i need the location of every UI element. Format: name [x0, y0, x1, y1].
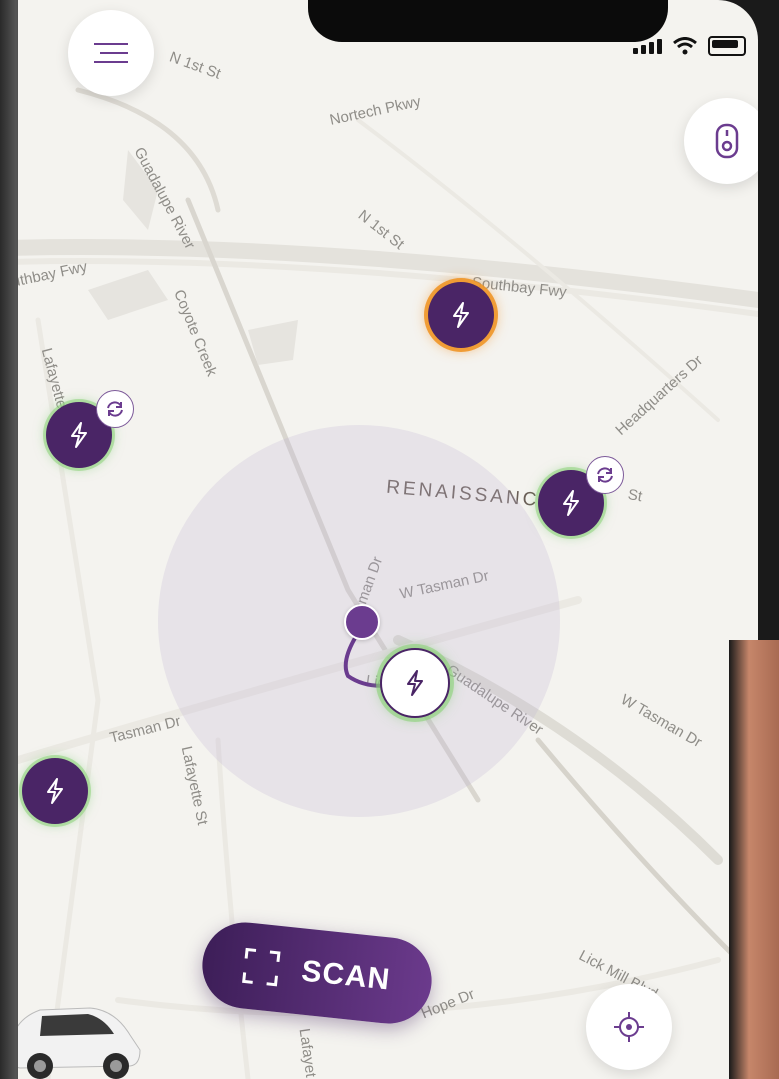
battery-icon — [708, 36, 746, 56]
lightning-bolt-icon — [407, 670, 423, 696]
lightning-bolt-icon — [563, 490, 579, 516]
lightning-bolt-icon — [71, 422, 87, 448]
signal-icon — [633, 38, 662, 54]
crosshair-locate-icon — [614, 1012, 644, 1042]
hamburger-menu-icon — [94, 36, 128, 70]
charger-marker-busy[interactable] — [428, 282, 494, 348]
user-location-marker — [344, 604, 380, 640]
charger-marker-selected[interactable] — [380, 648, 450, 718]
phone-notch — [308, 0, 668, 42]
charger-marker[interactable] — [22, 758, 88, 824]
sync-icon — [107, 401, 123, 417]
locate-button[interactable] — [586, 984, 672, 1070]
status-bar — [633, 36, 746, 56]
wifi-icon — [673, 37, 697, 55]
map-screen[interactable]: N 1st St Nortech Pkwy Guadalupe River N … — [18, 0, 758, 1079]
lightning-bolt-icon — [47, 778, 63, 804]
sync-icon — [597, 467, 613, 483]
app-frame: N 1st St Nortech Pkwy Guadalupe River N … — [0, 0, 779, 1079]
sync-badge — [586, 456, 624, 494]
sync-badge — [96, 390, 134, 428]
menu-button[interactable] — [68, 10, 154, 96]
hand-edge — [729, 640, 779, 1079]
car-image — [18, 1007, 141, 1079]
lightning-bolt-icon — [453, 302, 469, 328]
scan-button-label: SCAN — [299, 954, 392, 997]
key-fob-icon — [715, 123, 739, 159]
scan-frame-icon — [242, 947, 282, 987]
street-label: St — [626, 486, 644, 506]
